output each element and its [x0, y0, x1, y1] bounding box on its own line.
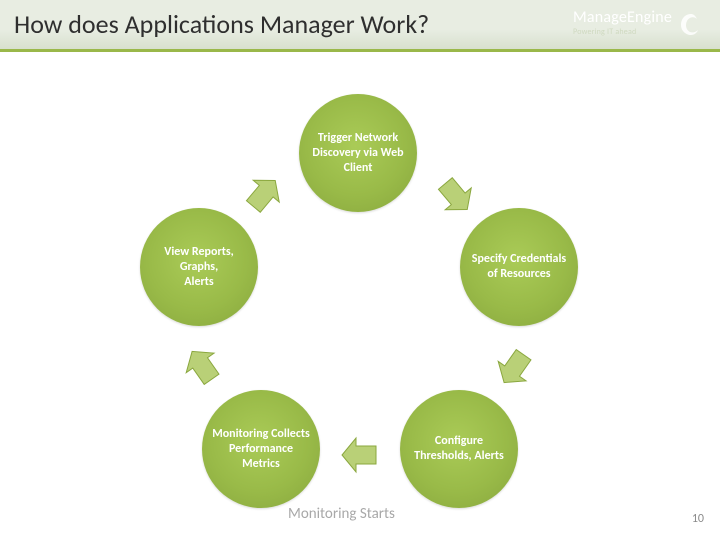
- step-bubble-view-reports: View Reports, Graphs, Alerts: [140, 208, 258, 326]
- bubble-label: Specify Credentials of Resources: [470, 252, 568, 282]
- arrow-5-to-1: [238, 170, 288, 220]
- diagram-caption: Monitoring Starts: [288, 505, 395, 523]
- bubble-label: Configure Thresholds, Alerts: [410, 434, 508, 464]
- header-bar: How does Applications Manager Work? Mana…: [0, 0, 720, 52]
- brand-block: ManageEngine Powering IT ahead: [573, 8, 672, 37]
- brand-tagline: Powering IT ahead: [573, 27, 672, 37]
- bubble-label: Trigger Network Discovery via Web Client: [309, 131, 407, 176]
- step-bubble-specify-credentials: Specify Credentials of Resources: [460, 208, 578, 326]
- arrow-2-to-3: [490, 342, 540, 392]
- step-bubble-configure-thresholds: Configure Thresholds, Alerts: [400, 390, 518, 508]
- brand-swirl-icon: [676, 10, 706, 40]
- arrow-4-to-5: [178, 342, 228, 392]
- arrow-1-to-2: [430, 170, 480, 220]
- brand-name: ManageEngine: [573, 8, 672, 27]
- page-number: 10: [692, 512, 704, 526]
- step-bubble-trigger-discovery: Trigger Network Discovery via Web Client: [299, 94, 417, 212]
- page-title: How does Applications Manager Work?: [14, 8, 429, 40]
- process-cycle-diagram: Trigger Network Discovery via Web Client…: [0, 60, 720, 520]
- step-bubble-monitoring-collects: Monitoring Collects Performance Metrics: [202, 390, 320, 508]
- bubble-label: View Reports, Graphs, Alerts: [150, 245, 248, 290]
- arrow-3-to-4: [336, 430, 386, 480]
- bubble-label: Monitoring Collects Performance Metrics: [212, 427, 310, 472]
